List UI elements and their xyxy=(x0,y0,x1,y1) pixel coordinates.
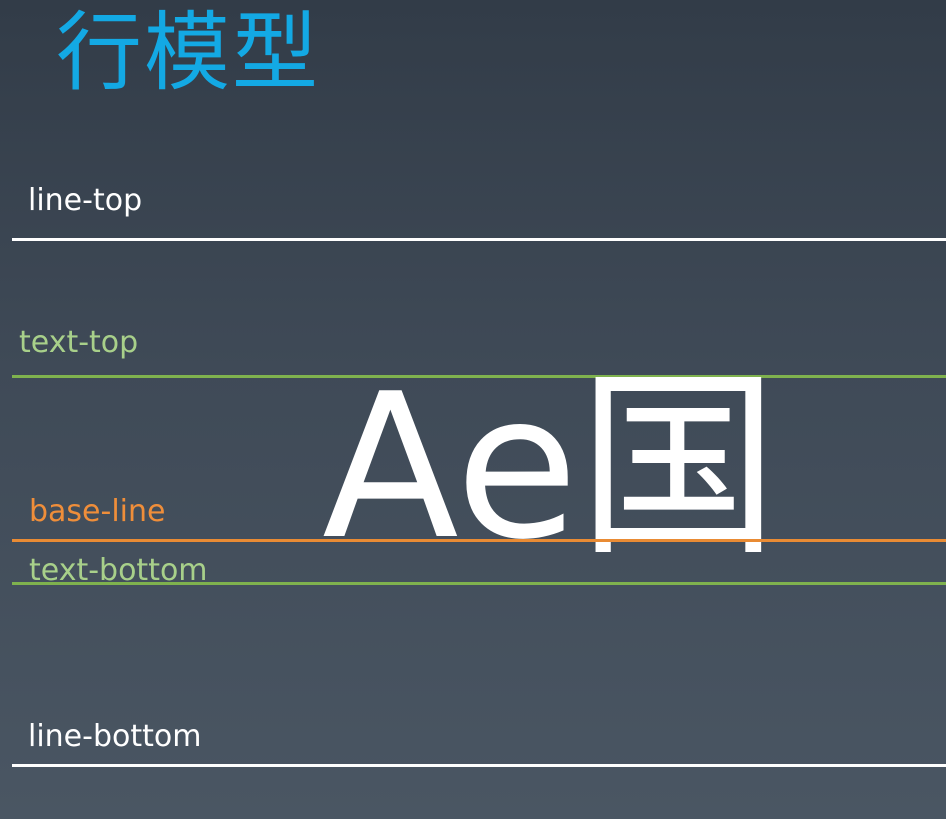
text-top-label: text-top xyxy=(19,325,139,360)
base-line-label: base-line xyxy=(29,494,166,529)
line-top-rule xyxy=(12,238,946,241)
base-line-rule xyxy=(12,539,946,542)
line-bottom-label: line-bottom xyxy=(28,719,202,754)
text-bottom-rule xyxy=(12,582,946,585)
page-title: 行模型 xyxy=(56,3,320,103)
line-top-label: line-top xyxy=(28,183,143,218)
line-bottom-rule xyxy=(12,764,946,767)
sample-text: Ae国 xyxy=(322,351,779,584)
